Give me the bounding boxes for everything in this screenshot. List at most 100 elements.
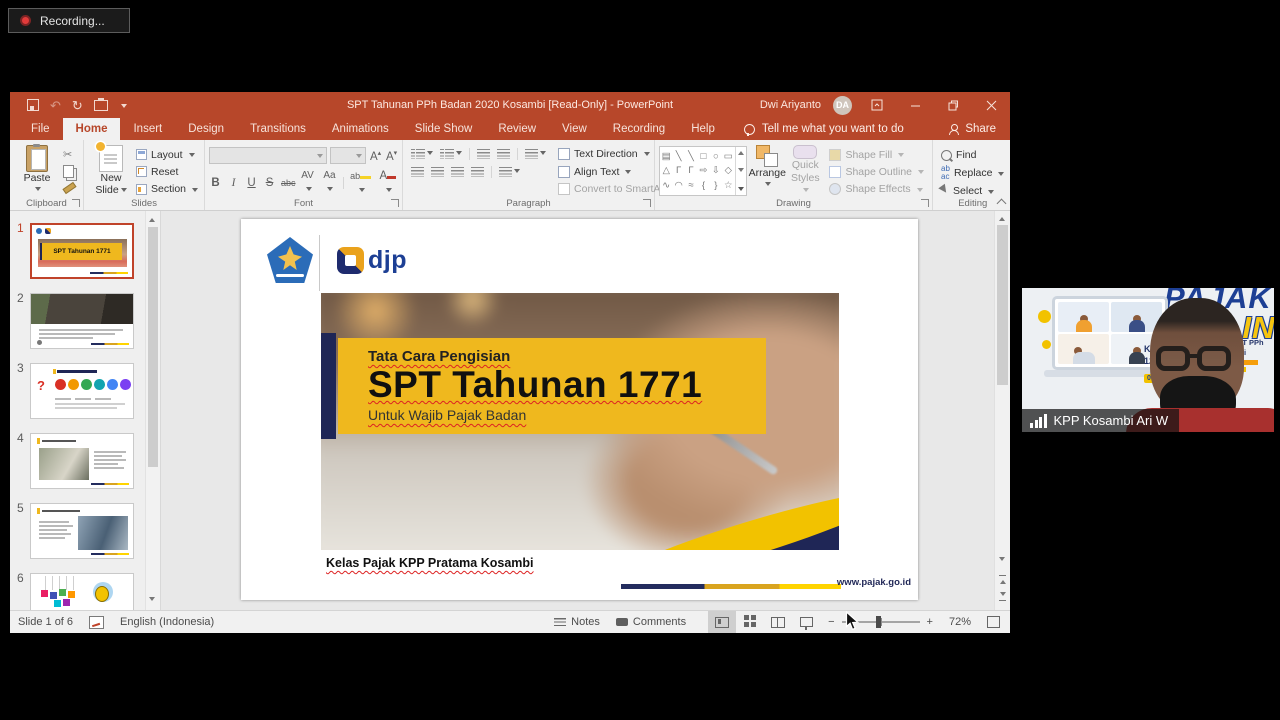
copy-icon[interactable] (63, 165, 74, 178)
line-spacing-button[interactable] (525, 149, 546, 159)
tell-me-box[interactable]: Tell me what you want to do (744, 118, 904, 140)
increase-indent-icon[interactable] (497, 149, 510, 159)
paste-button[interactable]: Paste (14, 143, 60, 197)
tab-transitions[interactable]: Transitions (237, 118, 319, 140)
ribbon-display-options-button[interactable] (864, 93, 890, 117)
grow-font-button[interactable]: A▴ (369, 147, 382, 164)
slide-canvas[interactable]: djp Tata Cara Pengisian SPT Tahunan 1771… (161, 211, 994, 610)
bold-button[interactable]: B (209, 176, 222, 190)
slide-footer-text[interactable]: Kelas Pajak KPP Pratama Kosambi (326, 556, 534, 570)
reset-button[interactable]: Reset (134, 164, 200, 179)
shapes-gallery-scrollbar[interactable] (735, 147, 746, 195)
restore-button[interactable] (940, 93, 966, 117)
shapes-gallery[interactable]: ▤╲╲□○▭ △ΓΓ⇨⇩◇ ∿◠≈{}☆ (659, 146, 747, 196)
thumb-scroll-up-icon[interactable] (149, 215, 155, 222)
section-button[interactable]: Section (134, 182, 200, 197)
italic-button[interactable]: I (227, 176, 240, 190)
arrange-button[interactable]: Arrange (747, 143, 787, 197)
vertical-scrollbar[interactable] (994, 211, 1010, 610)
clipboard-dialog-launcher[interactable] (72, 199, 80, 207)
replace-button[interactable]: abacReplace (939, 165, 1006, 181)
slide-subtitle[interactable]: Untuk Wajib Pajak Badan (368, 407, 766, 423)
zoom-out-button[interactable]: − (828, 616, 834, 628)
zoom-level[interactable]: 72% (941, 611, 979, 633)
decrease-indent-icon[interactable] (477, 149, 490, 159)
tab-animations[interactable]: Animations (319, 118, 402, 140)
highlight-button[interactable]: ab (349, 169, 373, 197)
thumbnail-scrollbar[interactable] (145, 211, 160, 610)
language-button[interactable]: English (Indonesia) (112, 611, 222, 633)
bullets-button[interactable] (411, 149, 433, 159)
slide-2-thumbnail[interactable] (30, 293, 134, 349)
shape-fill-button[interactable]: Shape Fill (827, 147, 926, 162)
numbering-button[interactable] (440, 149, 462, 159)
drawing-dialog-launcher[interactable] (921, 199, 929, 207)
scroll-handle[interactable] (997, 225, 1008, 385)
cut-icon[interactable]: ✂ (63, 148, 76, 161)
share-button[interactable]: Share (948, 118, 1010, 140)
slide-sorter-view-button[interactable] (736, 611, 764, 633)
new-slide-button[interactable]: New Slide (88, 143, 134, 197)
tab-recording[interactable]: Recording (600, 118, 678, 140)
scroll-up-icon[interactable] (999, 214, 1005, 221)
spellcheck-button[interactable] (81, 611, 112, 633)
comments-button[interactable]: Comments (608, 611, 694, 633)
account-name[interactable]: Dwi Ariyanto (760, 99, 821, 111)
zoom-in-button[interactable]: + (927, 616, 933, 628)
collapse-ribbon-button[interactable] (997, 198, 1005, 206)
shape-effects-button[interactable]: Shape Effects (827, 182, 926, 197)
undo-icon[interactable]: ↶ (50, 99, 61, 112)
slide-4-thumbnail[interactable] (30, 433, 134, 489)
font-name-combo[interactable] (209, 147, 327, 164)
slide-1-thumbnail[interactable]: SPT Tahunan 1771 (30, 223, 134, 279)
fit-slide-button[interactable] (979, 611, 1010, 633)
tab-file[interactable]: File (18, 118, 63, 140)
webcam-video[interactable]: PAJAK ONLINE Kamis, 12 Agustus 2021 09.0… (1022, 288, 1274, 432)
character-spacing-button[interactable]: AV (299, 169, 316, 197)
layout-button[interactable]: Layout (134, 147, 200, 162)
scroll-down-icon[interactable] (999, 557, 1005, 564)
redo-icon[interactable]: ↻ (72, 99, 83, 112)
tab-home[interactable]: Home (63, 118, 121, 140)
find-button[interactable]: Find (939, 147, 1006, 163)
slide-3-thumbnail[interactable]: ? (30, 363, 134, 419)
slide-hero-photo[interactable]: Tata Cara Pengisian SPT Tahunan 1771 Unt… (321, 293, 839, 550)
strikethrough-button[interactable]: S (263, 176, 276, 190)
title-banner[interactable]: Tata Cara Pengisian SPT Tahunan 1771 Unt… (338, 338, 766, 434)
zoom-slider-handle[interactable] (876, 616, 881, 628)
justify-icon[interactable] (471, 167, 484, 177)
save-icon[interactable] (27, 99, 39, 111)
tab-view[interactable]: View (549, 118, 600, 140)
minimize-button[interactable] (902, 93, 928, 117)
format-painter-icon[interactable] (62, 182, 76, 194)
slide-1-editor[interactable]: djp Tata Cara Pengisian SPT Tahunan 1771… (241, 219, 918, 600)
align-left-icon[interactable] (411, 167, 424, 177)
shrink-font-button[interactable]: A▾ (385, 147, 398, 164)
columns-button[interactable] (499, 167, 520, 177)
shape-outline-button[interactable]: Shape Outline (827, 164, 926, 179)
change-case-button[interactable]: Aa (321, 169, 338, 197)
clear-formatting-button[interactable]: abc (281, 176, 294, 190)
thumb-scroll-down-icon[interactable] (149, 597, 155, 604)
slide-title[interactable]: SPT Tahunan 1771 (368, 365, 766, 405)
align-center-icon[interactable] (431, 167, 444, 177)
align-right-icon[interactable] (451, 167, 464, 177)
close-button[interactable] (978, 93, 1004, 117)
thumb-scroll-handle[interactable] (148, 227, 158, 467)
slide-kicker[interactable]: Tata Cara Pengisian (368, 348, 766, 365)
tab-help[interactable]: Help (678, 118, 728, 140)
quick-styles-button[interactable]: Quick Styles (787, 143, 823, 197)
slideshow-view-button[interactable] (792, 611, 820, 633)
recording-indicator[interactable]: Recording... (8, 8, 130, 33)
start-presentation-icon[interactable] (94, 100, 108, 111)
reading-view-button[interactable] (764, 611, 792, 633)
font-color-button[interactable]: A (378, 169, 398, 197)
font-size-combo[interactable] (330, 147, 366, 164)
notes-button[interactable]: Notes (546, 611, 608, 633)
font-dialog-launcher[interactable] (391, 199, 399, 207)
slide-5-thumbnail[interactable] (30, 503, 134, 559)
tab-review[interactable]: Review (485, 118, 549, 140)
slide-6-thumbnail[interactable] (30, 573, 134, 612)
avatar[interactable]: DA (833, 96, 852, 115)
tab-design[interactable]: Design (175, 118, 237, 140)
